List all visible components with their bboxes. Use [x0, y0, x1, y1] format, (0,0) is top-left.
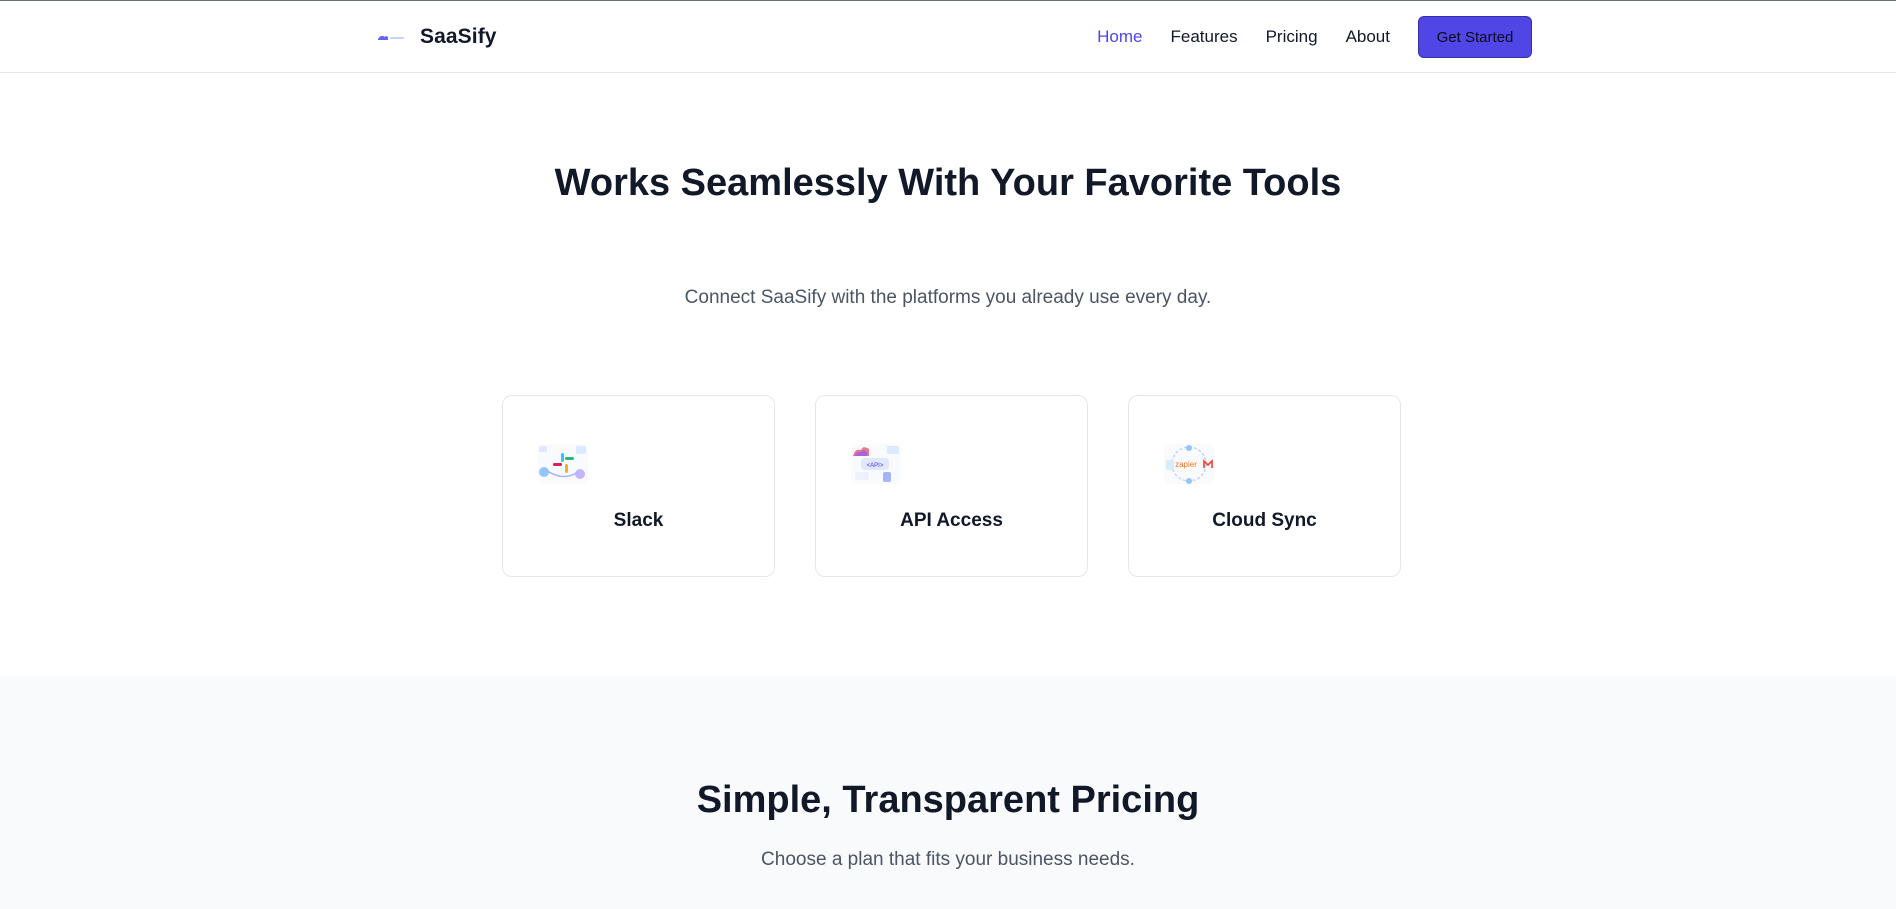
main-nav: Home Features Pricing About Get Started: [1069, 16, 1532, 58]
logo-icon: [378, 35, 404, 40]
integration-cards: Slack <API> API Access zapier Cloud Sync: [502, 395, 1402, 577]
integration-label-cloud-sync: Cloud Sync: [1212, 510, 1317, 531]
brand[interactable]: SaaSify: [374, 25, 497, 49]
integration-card-api-access[interactable]: <API> API Access: [815, 395, 1088, 577]
integration-card-slack[interactable]: Slack: [502, 395, 775, 577]
header-container: SaaSify Home Features Pricing About Get …: [374, 1, 1532, 73]
cloud-sync-card-image-text: zapier: [1175, 460, 1197, 469]
pricing-section: Simple, Transparent Pricing Choose a pla…: [0, 676, 1896, 909]
pricing-subtitle: Choose a plan that fits your business ne…: [761, 849, 1135, 870]
integrations-section: Works Seamlessly With Your Favorite Tool…: [0, 74, 1896, 676]
api-integration-icon: <API>: [851, 444, 901, 484]
pricing-title: Simple, Transparent Pricing: [696, 779, 1200, 821]
site-header: SaaSify Home Features Pricing About Get …: [0, 1, 1896, 73]
nav-pricing[interactable]: Pricing: [1266, 27, 1318, 47]
integrations-title: Works Seamlessly With Your Favorite Tool…: [554, 162, 1342, 204]
nav-home[interactable]: Home: [1097, 27, 1142, 47]
get-started-button[interactable]: Get Started: [1418, 16, 1532, 58]
integration-label-slack: Slack: [613, 510, 664, 531]
api-card-image-text: <API>: [867, 463, 884, 469]
integration-label-api-access: API Access: [900, 510, 1003, 531]
integration-card-cloud-sync[interactable]: zapier Cloud Sync: [1128, 395, 1401, 577]
nav-about[interactable]: About: [1346, 27, 1390, 47]
slack-integration-icon: [538, 444, 588, 484]
cloud-sync-integration-icon: zapier: [1164, 444, 1214, 484]
nav-features[interactable]: Features: [1171, 27, 1238, 47]
integrations-subtitle: Connect SaaSify with the platforms you a…: [684, 287, 1212, 308]
brand-name: SaaSify: [420, 25, 497, 48]
